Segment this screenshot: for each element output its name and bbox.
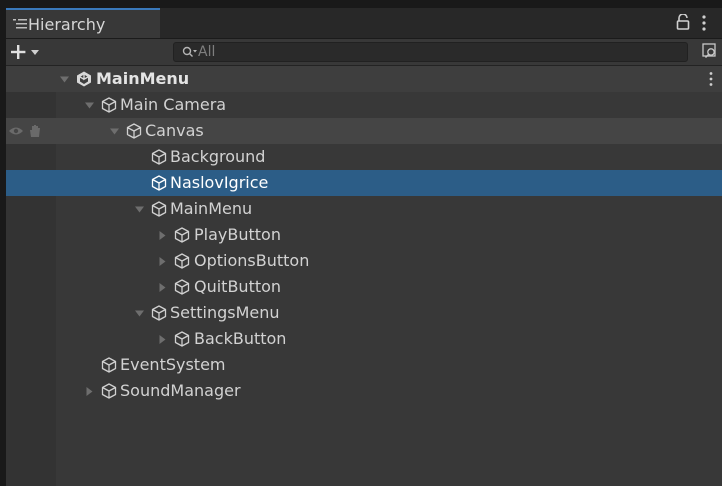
expand-arrow-icon[interactable] — [60, 75, 69, 84]
lock-icon[interactable] — [676, 14, 690, 30]
tree-item-optionsbutton[interactable]: OptionsButton — [6, 248, 722, 274]
collapse-arrow-icon[interactable] — [158, 231, 167, 240]
collapse-arrow-icon[interactable] — [158, 283, 167, 292]
tree-item-eventsystem[interactable]: EventSystem — [6, 352, 722, 378]
tree-item-label: BackButton — [194, 329, 287, 348]
tree-item-label: Canvas — [145, 121, 204, 140]
search-field[interactable] — [173, 42, 688, 62]
tree-item-settingsmenu[interactable]: SettingsMenu — [6, 300, 722, 326]
collapse-arrow-icon[interactable] — [158, 257, 167, 266]
cube-icon — [174, 227, 190, 243]
eye-icon[interactable] — [8, 126, 24, 136]
tree-item-label: QuitButton — [194, 277, 282, 296]
tree-item-naslovigrice[interactable]: NaslovIgrice — [6, 170, 722, 196]
cube-icon — [101, 383, 117, 399]
tree-item-playbutton[interactable]: PlayButton — [6, 222, 722, 248]
tab-hierarchy[interactable]: Hierarchy — [6, 8, 160, 38]
search-icon — [182, 46, 197, 57]
tree-item-mainmenu[interactable]: MainMenu — [6, 196, 722, 222]
cube-icon — [174, 253, 190, 269]
expand-arrow-icon[interactable] — [110, 127, 119, 136]
scene-row-mainmenu[interactable]: MainMenu — [6, 66, 722, 92]
tree-item-background[interactable]: Background — [6, 144, 722, 170]
scene-label: MainMenu — [96, 69, 190, 88]
tree-item-label: Background — [170, 147, 266, 166]
search-input[interactable] — [198, 43, 678, 61]
unity-scene-icon — [77, 71, 91, 87]
tree-item-label: MainMenu — [170, 199, 253, 218]
tree-item-backbutton[interactable]: BackButton — [6, 326, 722, 352]
cube-icon — [151, 305, 167, 321]
scene-menu-icon[interactable] — [708, 71, 714, 87]
list-icon — [13, 19, 27, 29]
create-dropdown-button[interactable] — [10, 42, 46, 62]
tree-item-label: OptionsButton — [194, 251, 310, 270]
hand-icon[interactable] — [28, 124, 42, 138]
tree-item-label: SoundManager — [120, 381, 241, 400]
cube-icon — [101, 357, 117, 373]
kebab-menu-icon[interactable] — [700, 14, 708, 32]
cube-icon — [151, 175, 167, 191]
cube-icon — [126, 123, 142, 139]
tree-item-label: Main Camera — [120, 95, 227, 114]
expand-arrow-icon[interactable] — [135, 309, 144, 318]
cube-icon — [174, 279, 190, 295]
hierarchy-window: Hierarchy All MainMenu Main Camera Canva… — [6, 8, 722, 486]
cube-icon — [101, 97, 117, 113]
tab-label: Hierarchy — [28, 15, 106, 34]
tree-item-quitbutton[interactable]: QuitButton — [6, 274, 722, 300]
tree-item-soundmanager[interactable]: SoundManager — [6, 378, 722, 404]
cube-icon — [151, 149, 167, 165]
tree-item-label: SettingsMenu — [170, 303, 280, 322]
tree-item-label: NaslovIgrice — [170, 173, 269, 192]
cube-icon — [151, 201, 167, 217]
toolbar — [6, 39, 722, 66]
expand-arrow-icon[interactable] — [85, 101, 94, 110]
scene-search-icon[interactable] — [702, 43, 718, 59]
hierarchy-tree: MainMenu Main Camera Canvas Background N… — [6, 66, 722, 486]
tree-item-label: EventSystem — [120, 355, 226, 374]
tree-item-label: PlayButton — [194, 225, 281, 244]
tree-item-canvas[interactable]: Canvas — [6, 118, 722, 144]
collapse-arrow-icon[interactable] — [85, 387, 94, 396]
tree-item-main-camera[interactable]: Main Camera — [6, 92, 722, 118]
collapse-arrow-icon[interactable] — [158, 335, 167, 344]
cube-icon — [174, 331, 190, 347]
tab-bar: Hierarchy — [6, 8, 722, 39]
expand-arrow-icon[interactable] — [135, 205, 144, 214]
